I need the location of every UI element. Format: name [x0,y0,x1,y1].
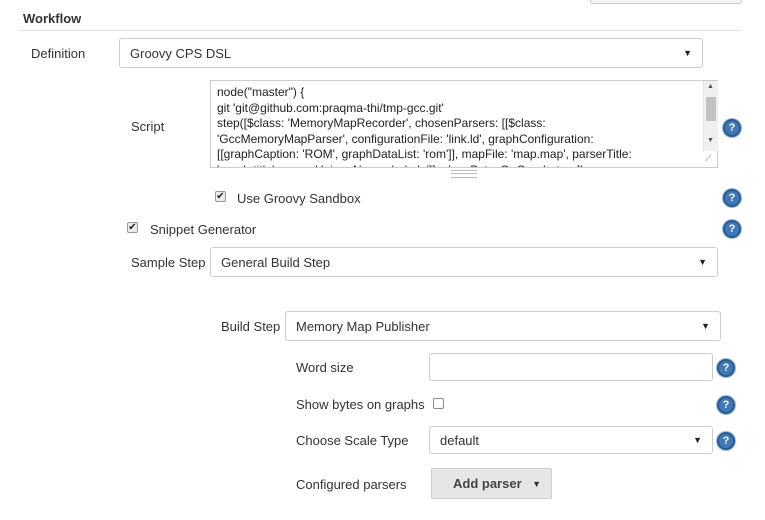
dropdown-arrow-icon: ▼ [693,435,702,445]
scroll-thumb[interactable] [706,97,716,121]
show-bytes-help-icon[interactable]: ? [717,396,735,414]
script-line: git 'git@github.com:praqma-thi/tmp-gcc.g… [217,100,444,115]
section-divider [18,30,742,31]
script-help-icon[interactable]: ? [723,119,741,137]
top-cut-off-button[interactable] [590,0,742,4]
script-line: step([$class: 'MemoryMapRecorder', chose… [217,116,546,130]
scroll-up-icon[interactable]: ▲ [707,83,714,90]
build-step-select[interactable]: Memory Map Publisher ▼ [285,311,721,341]
definition-label: Definition [31,46,86,61]
sample-step-select[interactable]: General Build Step ▼ [210,247,718,277]
word-size-help-icon[interactable]: ? [717,359,735,377]
caret-down-icon: ▼ [532,478,541,489]
script-line: [[graphCaption: 'ROM', graphDataList: 'r… [217,147,632,161]
scale-type-help-icon[interactable]: ? [717,432,735,450]
script-line: node("master") { [217,85,305,99]
add-parser-label: Add parser [453,476,522,491]
show-bytes-label: Show bytes on graphs [296,397,425,412]
definition-select[interactable]: Groovy CPS DSL ▼ [119,38,703,68]
scale-type-value: default [440,432,480,448]
show-bytes-checkbox[interactable] [433,398,444,409]
sandbox-help-icon[interactable]: ? [723,189,741,207]
dropdown-arrow-icon: ▼ [683,48,692,58]
script-label: Script [131,119,165,134]
configured-parsers-label: Configured parsers [296,477,407,492]
sample-step-label: Sample Step [131,255,206,270]
build-step-label: Build Step [221,319,281,334]
snippet-checkbox[interactable]: ✔ [127,222,138,233]
sample-step-value: General Build Step [221,254,331,270]
textarea-resize-grip[interactable] [451,170,477,178]
sandbox-label: Use Groovy Sandbox [237,191,361,206]
scale-type-select[interactable]: default ▼ [429,426,713,454]
script-editor[interactable]: node("master") {git 'git@github.com:praq… [210,80,718,168]
word-size-label: Word size [296,360,354,375]
word-size-input[interactable] [429,353,713,381]
scale-type-label: Choose Scale Type [296,433,409,448]
add-parser-button[interactable]: Add parser ▼ [431,468,552,499]
script-line: 'graph title', parserUniqueName: 'adsda'… [217,163,699,168]
definition-value: Groovy CPS DSL [130,45,232,61]
dropdown-arrow-icon: ▼ [701,321,710,331]
section-title: Workflow [23,11,82,26]
script-scrollbar[interactable]: ▲ ▼ [703,81,718,151]
snippet-label: Snippet Generator [150,222,257,237]
scroll-down-icon[interactable]: ▼ [707,137,714,144]
resize-corner-icon[interactable]: ⟋ [705,153,716,164]
snippet-help-icon[interactable]: ? [723,220,741,238]
build-step-value: Memory Map Publisher [296,318,430,334]
script-line: 'GccMemoryMapParser', configurationFile:… [217,131,594,146]
dropdown-arrow-icon: ▼ [698,257,707,267]
sandbox-checkbox[interactable]: ✔ [215,191,226,202]
